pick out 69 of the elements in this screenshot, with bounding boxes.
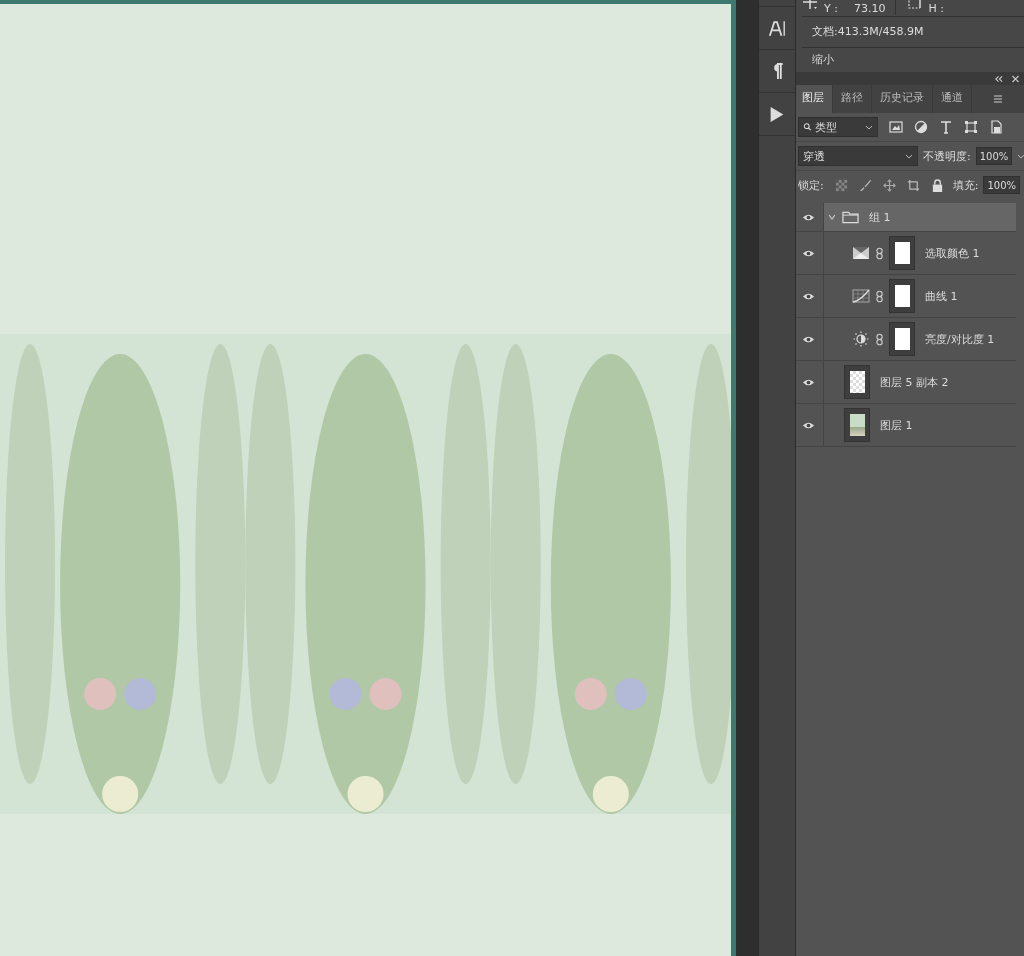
layer-row[interactable]: 图层 5 副本 2: [796, 361, 1016, 404]
layer-name: 亮度/对比度 1: [925, 331, 995, 347]
opacity-label: 不透明度:: [923, 148, 971, 164]
menu-icon[interactable]: [994, 94, 1002, 104]
y-label: Y :: [824, 2, 838, 15]
blend-mode-dropdown[interactable]: 穿透: [798, 146, 918, 166]
chevron-down-icon: [865, 124, 873, 130]
character-icon[interactable]: [768, 19, 786, 37]
eye-icon[interactable]: [802, 212, 815, 222]
eye-icon[interactable]: [802, 420, 815, 430]
chevron-down-icon[interactable]: [1017, 153, 1024, 159]
zoom-text: 缩小: [812, 52, 834, 68]
mask-thumbnail: [889, 236, 915, 270]
shape-filter-icon[interactable]: [964, 120, 978, 134]
collapse-icon[interactable]: [994, 74, 1003, 83]
layer-name: 图层 5 副本 2: [880, 374, 949, 390]
image-filter-icon[interactable]: [889, 120, 903, 134]
smart-object-filter-icon[interactable]: [989, 120, 1003, 134]
layer-name: 组 1: [869, 209, 891, 225]
eye-icon[interactable]: [802, 334, 815, 344]
eye-icon[interactable]: [802, 377, 815, 387]
folder-icon: [842, 210, 859, 224]
layer-row[interactable]: 亮度/对比度 1: [796, 318, 1016, 361]
curves-icon: [852, 288, 870, 304]
layer-name: 曲线 1: [925, 288, 958, 304]
chevron-down-icon: [905, 153, 913, 159]
chain-link-icon: [876, 332, 883, 346]
text-filter-icon[interactable]: [939, 120, 953, 134]
h-label: H :: [928, 2, 944, 15]
layer-row[interactable]: 图层 1: [796, 404, 1016, 447]
opacity-value: 100%: [979, 150, 1009, 162]
layer-row[interactable]: 曲线 1: [796, 275, 1016, 318]
fill-label: 填充:: [952, 177, 979, 193]
eye-icon[interactable]: [802, 291, 815, 301]
crop-icon[interactable]: [906, 178, 920, 192]
play-icon[interactable]: [768, 105, 786, 123]
layer-name: 图层 1: [880, 417, 913, 433]
fill-field[interactable]: 100%: [983, 176, 1021, 194]
panel-tab[interactable]: 历史记录: [872, 85, 933, 113]
y-value: 73.10: [853, 2, 886, 15]
layer-row[interactable]: 组 1: [796, 203, 1016, 232]
eye-icon[interactable]: [802, 248, 815, 258]
search-icon: [803, 123, 812, 131]
chain-link-icon: [876, 246, 883, 260]
brush-icon[interactable]: [858, 178, 872, 192]
layer-row[interactable]: 选取颜色 1: [796, 232, 1016, 275]
panel-tab[interactable]: 通道: [933, 85, 972, 113]
layer-name: 选取颜色 1: [925, 245, 980, 261]
transparent-thumbnail: [844, 365, 870, 399]
move-icon[interactable]: [882, 178, 896, 192]
mask-thumbnail: [889, 279, 915, 313]
selective-color-icon: [852, 245, 870, 261]
mask-thumbnail: [889, 322, 915, 356]
close-icon[interactable]: [1011, 74, 1020, 83]
image-thumbnail: [844, 408, 870, 442]
blend-mode-value: 穿透: [803, 148, 826, 164]
brightness-contrast-icon: [852, 331, 870, 347]
chevron-down-icon[interactable]: [828, 213, 836, 221]
document-size-text: 文档:413.3M/458.9M: [802, 17, 1024, 48]
panel-tab[interactable]: 图层: [796, 85, 833, 113]
panel-tab[interactable]: 路径: [833, 85, 872, 113]
chain-link-icon: [876, 289, 883, 303]
filter-value: 类型: [815, 119, 838, 135]
fill-value: 100%: [987, 179, 1017, 191]
adjustment-filter-icon[interactable]: [914, 120, 928, 134]
lock-icon[interactable]: [930, 178, 944, 192]
lock-label: 锁定:: [798, 177, 824, 193]
opacity-field[interactable]: 100%: [975, 147, 1013, 165]
filter-dropdown[interactable]: 类型: [798, 117, 878, 137]
